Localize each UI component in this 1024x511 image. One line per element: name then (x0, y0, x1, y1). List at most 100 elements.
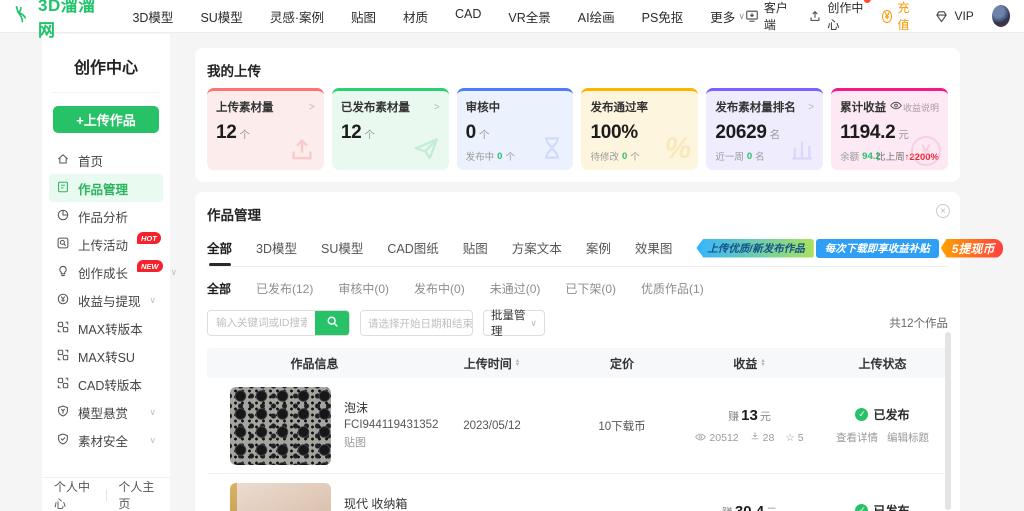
stat-card-uploaded-count[interactable]: 上传素材量 > 12 个 (207, 88, 324, 170)
sidebar-item-max-to-su[interactable]: MAX转SU (49, 342, 163, 370)
hot-badge: HOT (137, 232, 161, 244)
nav-su-models[interactable]: SU模型 (200, 7, 242, 26)
total-works-count: 共12个作品 (889, 318, 948, 330)
client-label: 客户端 (763, 1, 788, 32)
table-header: 作品信息 上传时间 ▲ ▼ 定价 收益 ▲ ▼ 上传状态 (207, 348, 948, 378)
tab-3d-models[interactable]: 3D模型 (256, 230, 297, 266)
creator-center-link[interactable]: 创作中心 (808, 0, 872, 33)
sidebar-menu: 首页 作品管理 作品分析 上传活动 HOT 创作成长 NEW ∨ 收益与提现 ∨… (42, 142, 177, 477)
main-content: 我的上传 上传素材量 > 12 个 已发布素材量 > 12 个 审核中 0个 发… (195, 48, 1004, 511)
sidebar-item-works-management[interactable]: 作品管理 (49, 174, 163, 202)
sidebar-item-model-bounty[interactable]: 模型悬赏 ∨ (49, 398, 163, 426)
category-tabs: 全部 3D模型 SU模型 CAD图纸 贴图 方案文本 案例 效果图 上传优质/新… (207, 230, 1004, 267)
stat-label: 审核中 (465, 102, 501, 114)
stat-card-ranking[interactable]: 发布素材量排名 > 20629 名 近一周 0 名 (706, 88, 824, 170)
earnings-info-link[interactable]: 收益说明 (903, 101, 939, 114)
stat-cards: 上传素材量 > 12 个 已发布素材量 > 12 个 审核中 0个 发布中 0 个 (207, 88, 948, 170)
shield-money-icon (56, 404, 70, 421)
col-work-info: 作品信息 (290, 356, 339, 371)
sidebar-item-material-safety[interactable]: 素材安全 ∨ (49, 426, 163, 454)
view-details-link[interactable]: 查看详情 (836, 430, 878, 445)
primary-nav: 3D模型 SU模型 灵感·案例 贴图 材质 CAD VR全景 AI绘画 PS免抠… (132, 7, 744, 26)
personal-center-link[interactable]: 个人中心 (42, 478, 106, 511)
sidebar-item-creator-growth[interactable]: 创作成长 NEW ∨ (49, 258, 177, 286)
filter-all[interactable]: 全部 (207, 280, 231, 297)
stat-card-total-earnings[interactable]: 累计收益 收益说明 1194.2 元 余额 94.2 比上周↑2200% ¥ (831, 88, 948, 170)
tab-su-models[interactable]: SU模型 (321, 230, 363, 266)
table-scrollbar[interactable] (945, 332, 951, 510)
nav-cad[interactable]: CAD (455, 7, 481, 26)
stat-card-published-count[interactable]: 已发布素材量 > 12 个 (331, 88, 449, 170)
chevron-down-icon: ∨ (149, 294, 156, 305)
nav-3d-models[interactable]: 3D模型 (132, 7, 173, 26)
stat-value: 20629 (715, 122, 767, 143)
tab-renderings[interactable]: 效果图 (635, 230, 673, 266)
tab-all[interactable]: 全部 (207, 230, 232, 266)
col-upload-time[interactable]: 上传时间 ▲ ▼ (422, 355, 562, 372)
work-title[interactable]: 现代 收纳箱 (344, 495, 431, 511)
chevron-down-icon: ∨ (149, 406, 156, 417)
tab-scheme-text[interactable]: 方案文本 (512, 230, 562, 266)
promo-segment-coins: 5提现币 (940, 238, 1004, 258)
nav-textures[interactable]: 贴图 (351, 7, 376, 26)
sidebar-item-label: 收益与提现 (78, 294, 141, 309)
personal-homepage-link[interactable]: 个人主页 (106, 478, 170, 511)
filter-in-review[interactable]: 审核中(0) (338, 280, 389, 297)
edit-title-link[interactable]: 编辑标题 (887, 430, 929, 445)
nav-ps-cutout[interactable]: PS免抠 (642, 7, 684, 26)
stat-subtext: 发布中 0 个 (465, 150, 515, 164)
tab-cases[interactable]: 案例 (586, 230, 611, 266)
tab-textures[interactable]: 贴图 (463, 230, 488, 266)
sidebar-item-max-convert[interactable]: MAX转版本 (49, 314, 163, 342)
promo-banner[interactable]: 上传优质/新发布作品 每次下载即享收益补贴 5提现币 (696, 238, 1004, 258)
work-price: 10下载币 (598, 420, 646, 433)
hot-flame-icon (862, 0, 872, 4)
vip-link[interactable]: VIP (934, 9, 974, 23)
batch-manage-select[interactable]: 批量管理 ∨ (483, 310, 545, 338)
stat-card-in-review[interactable]: 审核中 0个 发布中 0 个 (456, 88, 574, 170)
close-icon[interactable]: × (936, 204, 950, 218)
nav-ai-drawing[interactable]: AI绘画 (578, 7, 615, 26)
stat-unit: 个 (478, 129, 490, 141)
nav-more[interactable]: 更多 ∨ (710, 7, 745, 26)
status-badge: 已发布 (873, 408, 910, 422)
sidebar-item-earnings-withdraw[interactable]: 收益与提现 ∨ (49, 286, 163, 314)
shield-check-icon (56, 432, 70, 449)
sidebar-item-home[interactable]: 首页 (49, 146, 163, 174)
col-earnings[interactable]: 收益 ▲ ▼ (682, 355, 817, 372)
nav-inspiration-cases[interactable]: 灵感·案例 (270, 7, 324, 26)
filter-removed[interactable]: 已下架(0) (565, 280, 616, 297)
tab-cad-drawings[interactable]: CAD图纸 (387, 230, 438, 266)
status-cell: ✓ 已发布 查看详情 编辑标题 (817, 406, 948, 445)
stat-unit: 个 (364, 129, 375, 141)
stat-value: 0 (465, 122, 477, 143)
stat-unit: 个 (239, 129, 251, 141)
home-icon (56, 152, 70, 169)
lightbulb-icon (56, 264, 70, 281)
date-range-picker[interactable]: 请选择开始日期和结束日期 (360, 310, 473, 336)
site-logo[interactable]: 3D溜溜网 (14, 0, 102, 41)
sidebar-item-cad-convert[interactable]: CAD转版本 (49, 370, 163, 398)
nav-materials[interactable]: 材质 (403, 7, 428, 26)
stat-label: 发布素材量排名 (715, 102, 796, 114)
sidebar-item-label: 首页 (78, 154, 104, 169)
nav-vr-panorama[interactable]: VR全景 (508, 7, 550, 26)
sidebar-item-works-analysis[interactable]: 作品分析 (49, 202, 163, 230)
work-title[interactable]: 泡沫 (344, 399, 438, 418)
filter-rejected[interactable]: 未通过(0) (490, 280, 541, 297)
client-download-link[interactable]: 客户端 (745, 0, 790, 33)
sort-icon: ▲ ▼ (514, 358, 521, 368)
sidebar-item-upload-activity[interactable]: 上传活动 HOT (49, 230, 163, 258)
user-avatar[interactable] (991, 5, 1010, 27)
search-input[interactable] (208, 311, 315, 335)
search-button[interactable] (315, 311, 349, 335)
stat-label: 已发布素材量 (340, 102, 410, 114)
upload-work-button[interactable]: +上传作品 (53, 106, 159, 133)
stat-card-pass-rate[interactable]: 发布通过率 100% 待修改 0 个 % (581, 88, 699, 170)
filter-premium[interactable]: 优质作品(1) (641, 280, 704, 297)
work-thumbnail[interactable] (230, 482, 331, 511)
filter-publishing[interactable]: 发布中(0) (414, 280, 465, 297)
filter-published[interactable]: 已发布(12) (256, 280, 313, 297)
recharge-link[interactable]: ¥ 充值 (881, 0, 917, 33)
work-thumbnail[interactable] (230, 386, 331, 465)
